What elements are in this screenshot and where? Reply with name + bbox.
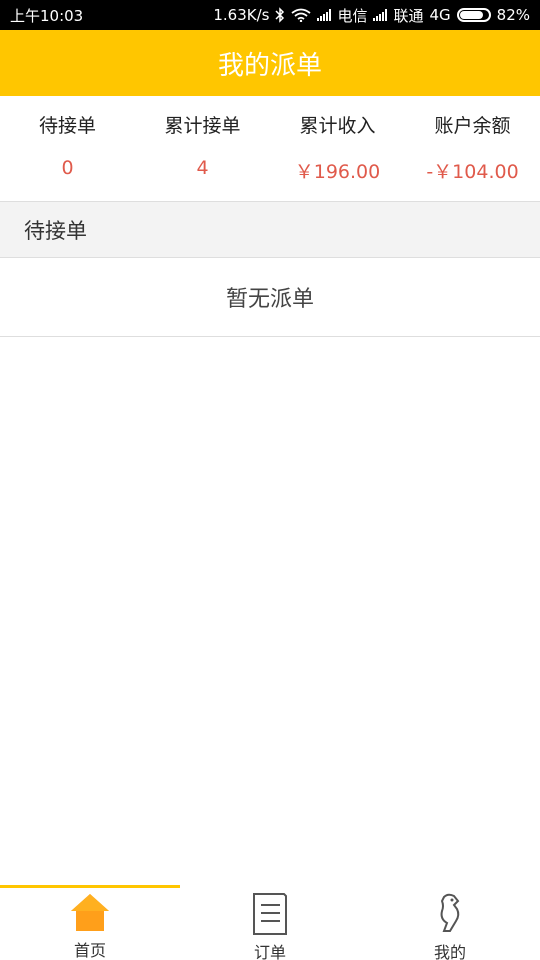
stat-value: 0 bbox=[61, 157, 74, 179]
tab-label: 首页 bbox=[73, 941, 106, 960]
carrier-1: 电信 bbox=[337, 6, 368, 25]
page-title: 我的派单 bbox=[217, 50, 322, 81]
section-header: 待接单 bbox=[0, 202, 540, 258]
stat-value: 4 bbox=[196, 157, 209, 179]
profile-icon bbox=[427, 891, 473, 935]
wifi-icon bbox=[291, 8, 312, 22]
section-title: 待接单 bbox=[24, 218, 87, 243]
status-indicators: 1.63K/s 电信 联通 4G 82% bbox=[213, 5, 530, 26]
home-icon bbox=[67, 891, 113, 933]
bluetooth-icon bbox=[275, 7, 285, 23]
stat-label: 累计接单 bbox=[164, 115, 241, 137]
stat-label: 累计收入 bbox=[299, 115, 376, 137]
tab-label: 我的 bbox=[433, 943, 466, 960]
signal-icon bbox=[373, 9, 388, 21]
bottom-tab-bar: 首页 订单 我的 bbox=[0, 885, 540, 960]
battery-percent: 82% bbox=[496, 6, 530, 24]
status-time: 上午10:03 bbox=[10, 6, 84, 25]
stat-account-balance[interactable]: 账户余额 -￥104.00 bbox=[405, 96, 540, 201]
battery-icon bbox=[456, 8, 491, 22]
app-header: 我的派单 bbox=[0, 30, 540, 96]
tab-profile[interactable]: 我的 bbox=[360, 885, 540, 960]
tab-orders[interactable]: 订单 bbox=[180, 885, 360, 960]
carrier-2: 联通 bbox=[393, 6, 424, 25]
tab-label: 订单 bbox=[253, 943, 286, 960]
stat-label: 待接单 bbox=[38, 115, 96, 137]
empty-state: 暂无派单 bbox=[0, 258, 540, 337]
stat-value: ￥196.00 bbox=[294, 161, 381, 183]
network-type: 4G bbox=[429, 6, 451, 24]
stat-total-accepted[interactable]: 累计接单 4 bbox=[135, 96, 270, 201]
stat-value: -￥104.00 bbox=[426, 161, 519, 183]
network-speed: 1.63K/s bbox=[213, 6, 270, 24]
stat-pending-orders[interactable]: 待接单 0 bbox=[0, 96, 135, 201]
signal-icon bbox=[317, 9, 332, 21]
empty-message: 暂无派单 bbox=[225, 287, 314, 312]
stat-total-income[interactable]: 累计收入 ￥196.00 bbox=[270, 96, 405, 201]
stat-label: 账户余额 bbox=[434, 115, 511, 137]
status-bar: 上午10:03 1.63K/s 电信 联通 4G 82% bbox=[0, 0, 540, 30]
order-list-icon bbox=[247, 891, 293, 935]
tab-home[interactable]: 首页 bbox=[0, 885, 180, 960]
stats-panel: 待接单 0 累计接单 4 累计收入 ￥196.00 账户余额 -￥104.00 bbox=[0, 96, 540, 202]
